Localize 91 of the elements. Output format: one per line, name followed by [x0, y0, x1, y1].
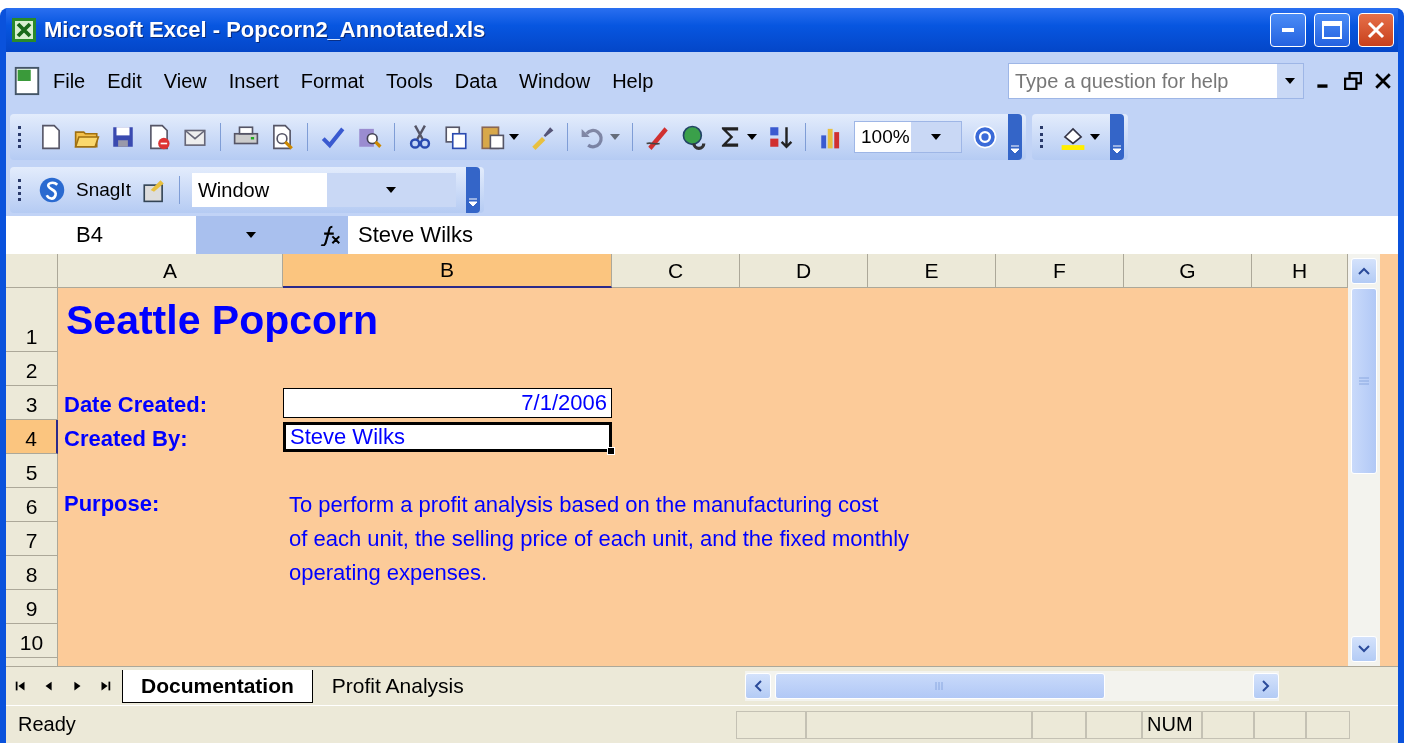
help-icon[interactable]	[972, 124, 998, 150]
status-text: Ready	[17, 713, 77, 736]
scroll-left-button[interactable]	[744, 673, 771, 699]
row-header[interactable]: 1	[6, 288, 58, 352]
purpose-text: To perform a profit analysis based on the manufacturing cost	[288, 491, 880, 519]
status-panel	[1086, 710, 1142, 739]
menu-item[interactable]: Format	[289, 65, 376, 97]
caret-icon[interactable]	[931, 134, 941, 140]
sheet-tab[interactable]: Documentation	[122, 669, 313, 703]
chevron-down-icon	[1358, 645, 1370, 653]
toolbar-options-icon[interactable]	[465, 167, 480, 213]
snagit-icon[interactable]	[38, 176, 66, 204]
zoom-dropdown[interactable]: 100%	[854, 121, 962, 153]
chevron-left-icon	[753, 680, 762, 692]
status-panel	[1306, 710, 1350, 739]
capture-settings-icon[interactable]	[140, 177, 167, 203]
column-header[interactable]: H	[1252, 254, 1348, 288]
column-header[interactable]: D	[740, 254, 868, 288]
menu-item[interactable]: Help	[601, 65, 665, 97]
scroll-up-button[interactable]	[1351, 258, 1377, 284]
help-search-field[interactable]: Type a question for help	[1008, 63, 1304, 99]
field-label: Date Created:	[63, 392, 209, 419]
excel-icon[interactable]	[12, 18, 36, 42]
first-sheet-icon[interactable]	[14, 679, 28, 693]
row-header[interactable]: 5	[6, 454, 58, 488]
menu-item[interactable]: View	[152, 65, 218, 97]
scroll-thumb[interactable]	[774, 673, 1105, 699]
capture-mode-dropdown[interactable]: Window	[191, 173, 456, 207]
column-header[interactable]: G	[1124, 254, 1252, 288]
column-header[interactable]: A	[58, 254, 283, 288]
row-header[interactable]: 3	[6, 386, 58, 420]
cut-icon[interactable]	[407, 124, 433, 150]
sort-ascending-icon[interactable]	[767, 124, 793, 150]
window-title: Microsoft Excel - Popcorn2_Annotated.xls	[44, 17, 487, 43]
name-box-caret-icon[interactable]	[246, 232, 256, 238]
chevron-up-icon	[1358, 267, 1370, 275]
menu-item[interactable]: Insert	[217, 65, 290, 97]
save-icon[interactable]	[110, 124, 136, 150]
row-header[interactable]: 8	[6, 556, 58, 590]
copy-icon[interactable]	[443, 124, 469, 150]
function-icon[interactable]	[320, 224, 342, 246]
purpose-text: operating expenses.	[288, 559, 489, 587]
column-header[interactable]: E	[868, 254, 996, 288]
menu-item[interactable]: Edit	[96, 65, 153, 97]
status-panel	[1202, 710, 1254, 739]
scroll-down-button[interactable]	[1351, 636, 1377, 662]
maximize-icon	[1322, 21, 1342, 39]
menu-item[interactable]: Tools	[375, 65, 444, 97]
toolbar-options-icon[interactable]	[1110, 114, 1124, 160]
menu-item[interactable]: Data	[443, 65, 509, 97]
minimize-button[interactable]	[1270, 13, 1306, 47]
caret-icon[interactable]	[1090, 134, 1100, 140]
sheet-title: Seattle Popcorn	[65, 296, 380, 344]
formula-field[interactable]: Steve Wilks	[348, 222, 473, 248]
caret-icon[interactable]	[386, 187, 397, 193]
caret-icon[interactable]	[509, 134, 519, 140]
column-header[interactable]: C	[612, 254, 740, 288]
caret-icon[interactable]	[747, 134, 757, 140]
scroll-right-button[interactable]	[1252, 673, 1279, 699]
close-icon	[1367, 21, 1385, 39]
row-header[interactable]: 9	[6, 590, 58, 624]
row-header[interactable]: 2	[6, 352, 58, 386]
chevron-right-icon	[1261, 680, 1270, 692]
row-header[interactable]: 4	[6, 420, 58, 454]
paste-icon[interactable]	[479, 124, 505, 150]
hyperlink-icon[interactable]	[681, 124, 707, 150]
menu-item[interactable]: File	[42, 65, 97, 97]
scroll-thumb[interactable]	[1351, 288, 1377, 474]
purpose-text: of each unit, the selling price of each unit, and the fixed monthly	[288, 525, 911, 553]
ink-icon[interactable]	[645, 124, 671, 150]
maximize-button[interactable]	[1314, 13, 1350, 47]
close-icon[interactable]	[1374, 72, 1392, 90]
field-label: Purpose:	[63, 491, 161, 518]
column-header[interactable]: B	[283, 254, 612, 288]
snagit-label: SnagIt	[76, 179, 131, 201]
minimize-icon	[1282, 28, 1294, 32]
column-header[interactable]: F	[996, 254, 1124, 288]
field-label: Created By:	[63, 426, 189, 453]
menu-item[interactable]: Window	[508, 65, 602, 97]
restore-icon[interactable]	[1344, 72, 1362, 90]
row-header[interactable]: 6	[6, 488, 58, 522]
close-button[interactable]	[1358, 13, 1394, 47]
num-lock-indicator: NUM	[1142, 710, 1202, 739]
row-header[interactable]: 10	[6, 624, 58, 658]
workbook-icon[interactable]	[12, 66, 42, 96]
cell-value[interactable]: Steve Wilks	[283, 422, 612, 452]
caret-icon[interactable]	[1285, 78, 1295, 84]
cell-value[interactable]: 7/1/2006	[283, 388, 612, 418]
toolbar-options-icon[interactable]	[1008, 114, 1022, 160]
status-panel	[1254, 710, 1306, 739]
row-header[interactable]: 7	[6, 522, 58, 556]
